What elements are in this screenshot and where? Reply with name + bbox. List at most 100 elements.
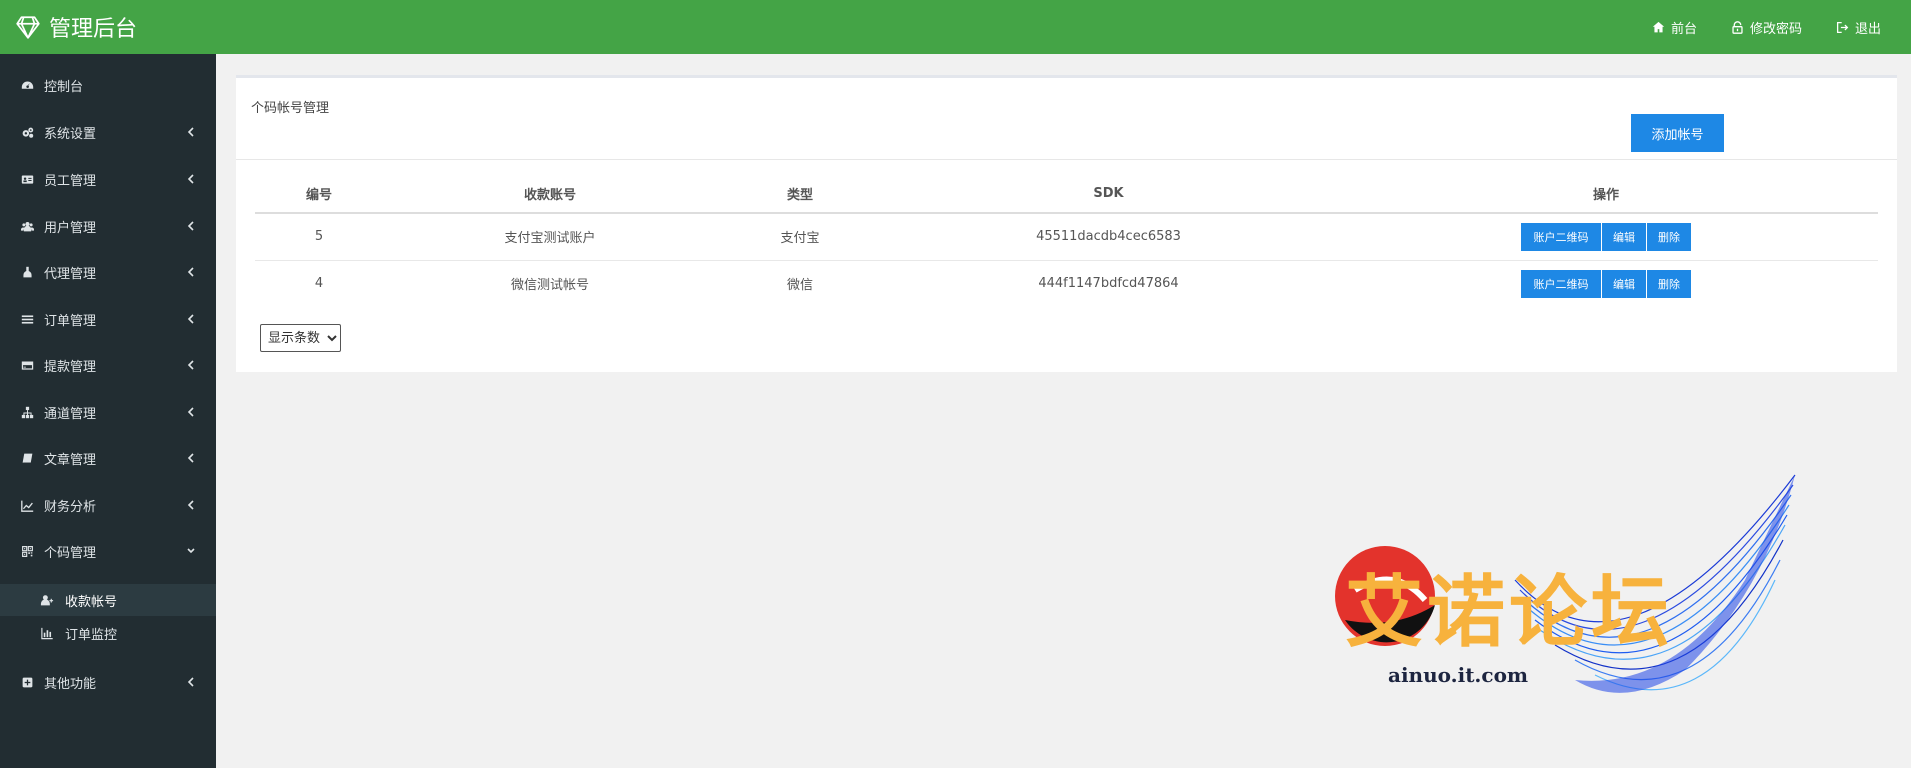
cell-account: 支付宝测试账户: [383, 213, 717, 261]
sidebar-item-label: 财务分析: [44, 499, 97, 515]
sidebar-item-users[interactable]: 用户管理: [0, 206, 216, 246]
column-header-account[interactable]: 收款账号: [383, 175, 717, 214]
chevron-left-icon: [186, 265, 196, 279]
bar-chart-icon: [40, 626, 56, 640]
list-icon: [20, 312, 35, 327]
sidebar-item-label: 个码管理: [44, 545, 97, 561]
sidebar-subitem-payment-accounts[interactable]: 收款帐号: [0, 584, 216, 616]
sidebar-item-dashboard[interactable]: 控制台: [0, 65, 216, 105]
book-icon: [20, 451, 35, 466]
add-account-button[interactable]: 添加帐号: [1631, 114, 1724, 152]
cogs-icon: [20, 125, 35, 140]
chevron-left-icon: [186, 451, 196, 465]
sidebar-item-label: 文章管理: [44, 452, 97, 468]
top-header: 管理后台 前台 修改密码 退出: [0, 0, 1911, 54]
sidebar-item-label: 系统设置: [44, 126, 97, 142]
brand[interactable]: 管理后台: [15, 0, 137, 54]
accounts-panel: 个码帐号管理 添加帐号 编号 收款账号 类型 SDK 操作 5 支付宝测试账户 …: [236, 75, 1897, 372]
row-actions: 账户二维码 编辑 删除: [1521, 222, 1691, 251]
chevron-left-icon: [186, 675, 196, 689]
page-size-select[interactable]: 显示条数: [260, 324, 341, 352]
account-qrcode-button[interactable]: 账户二维码: [1521, 222, 1602, 251]
qrcode-icon: [20, 544, 35, 559]
top-nav: 前台 修改密码 退出: [1652, 0, 1881, 54]
sidebar-item-orders[interactable]: 订单管理: [0, 299, 216, 339]
sidebar-subitem-label: 收款帐号: [65, 594, 118, 610]
nav-logout-link[interactable]: 退出: [1836, 18, 1881, 37]
nav-logout-label: 退出: [1854, 21, 1881, 37]
sidebar-item-label: 员工管理: [44, 173, 97, 189]
chevron-left-icon: [186, 312, 196, 326]
row-actions: 账户二维码 编辑 删除: [1521, 269, 1691, 298]
sidebar-subitem-label: 订单监控: [65, 627, 118, 643]
delete-button[interactable]: 删除: [1647, 269, 1691, 298]
table-row: 4 微信测试帐号 微信 444f1147bdfcd47864 账户二维码 编辑 …: [255, 260, 1878, 307]
cell-type: 支付宝: [717, 213, 883, 261]
watermark-url: ainuo.it.com: [1388, 663, 1529, 687]
sign-out-icon: [1836, 21, 1849, 33]
plus-square-icon: [20, 675, 35, 690]
dashboard-icon: [20, 78, 35, 93]
edit-button[interactable]: 编辑: [1602, 222, 1647, 251]
cell-id: 5: [255, 213, 383, 261]
chevron-left-icon: [186, 172, 196, 186]
chevron-left-icon: [186, 358, 196, 372]
line-chart-icon: [20, 498, 35, 513]
nav-frontend-link[interactable]: 前台: [1652, 18, 1697, 37]
column-header-type[interactable]: 类型: [717, 175, 883, 214]
watermark-text: 艾诺论坛: [1345, 567, 1674, 658]
account-qrcode-button[interactable]: 账户二维码: [1521, 269, 1602, 298]
sidebar-item-channels[interactable]: 通道管理: [0, 392, 216, 432]
divider: [236, 159, 1897, 160]
cell-id: 4: [314, 276, 324, 292]
sidebar-item-agents[interactable]: 代理管理: [0, 252, 216, 292]
nav-change-password-label: 修改密码: [1749, 21, 1802, 37]
nav-change-password-link[interactable]: 修改密码: [1731, 18, 1802, 37]
diamond-icon: [16, 16, 40, 39]
sidebar-item-label: 代理管理: [44, 266, 97, 282]
users-icon: [20, 219, 35, 234]
sidebar-item-finance[interactable]: 财务分析: [0, 485, 216, 525]
sidebar-item-label: 控制台: [44, 79, 84, 95]
sidebar: 控制台 系统设置 员工管理 用户管理 代理管理 订单管理 提款管理 通道管理 文…: [0, 54, 216, 768]
sidebar-item-articles[interactable]: 文章管理: [0, 438, 216, 478]
sidebar-item-withdrawals[interactable]: 提款管理: [0, 345, 216, 385]
cell-sdk: 444f1147bdfcd47864: [1038, 276, 1179, 292]
sidebar-item-label: 通道管理: [44, 406, 97, 422]
sidebar-item-other-functions[interactable]: 其他功能: [0, 662, 216, 702]
app-title: 管理后台: [49, 17, 138, 42]
chevron-left-icon: [186, 405, 196, 419]
table-row: 5 支付宝测试账户 支付宝 45511dacdb4cec6583 账户二维码 编…: [255, 213, 1878, 261]
sidebar-item-label: 提款管理: [44, 359, 97, 375]
sidebar-item-label: 用户管理: [44, 220, 97, 236]
cell-type: 微信: [786, 278, 813, 294]
cell-actions: 账户二维码 编辑 删除: [1334, 260, 1878, 307]
table-header-row: 编号 收款账号 类型 SDK 操作: [255, 175, 1878, 214]
sitemap-icon: [20, 405, 35, 420]
sidebar-item-label: 其他功能: [44, 676, 97, 692]
sidebar-item-label: 订单管理: [44, 313, 97, 329]
cell-sdk: 45511dacdb4cec6583: [883, 213, 1334, 261]
edit-button[interactable]: 编辑: [1602, 269, 1647, 298]
cell-actions: 账户二维码 编辑 删除: [1334, 213, 1878, 261]
user-plus-icon: [40, 593, 56, 607]
id-card-icon: [20, 172, 35, 187]
delete-button[interactable]: 删除: [1647, 222, 1691, 251]
user-tie-icon: [20, 265, 35, 280]
sidebar-item-staff[interactable]: 员工管理: [0, 159, 216, 199]
column-header-id[interactable]: 编号: [255, 175, 383, 214]
column-header-actions: 操作: [1334, 175, 1878, 214]
chevron-left-icon: [186, 498, 196, 512]
sidebar-item-personal-codes[interactable]: 个码管理: [0, 531, 216, 571]
home-icon: [1652, 21, 1665, 32]
sidebar-item-system-settings[interactable]: 系统设置: [0, 112, 216, 152]
column-header-sdk[interactable]: SDK: [883, 175, 1334, 214]
panel-title: 个码帐号管理: [251, 101, 330, 116]
credit-card-icon: [20, 358, 35, 373]
chevron-left-icon: [186, 219, 196, 233]
chevron-left-icon: [186, 125, 196, 139]
nav-frontend-label: 前台: [1670, 21, 1697, 37]
sidebar-subitem-order-monitor[interactable]: 订单监控: [0, 617, 216, 649]
accounts-table: 编号 收款账号 类型 SDK 操作 5 支付宝测试账户 支付宝 45511dac…: [255, 175, 1878, 307]
cell-account: 微信测试帐号: [510, 278, 589, 294]
